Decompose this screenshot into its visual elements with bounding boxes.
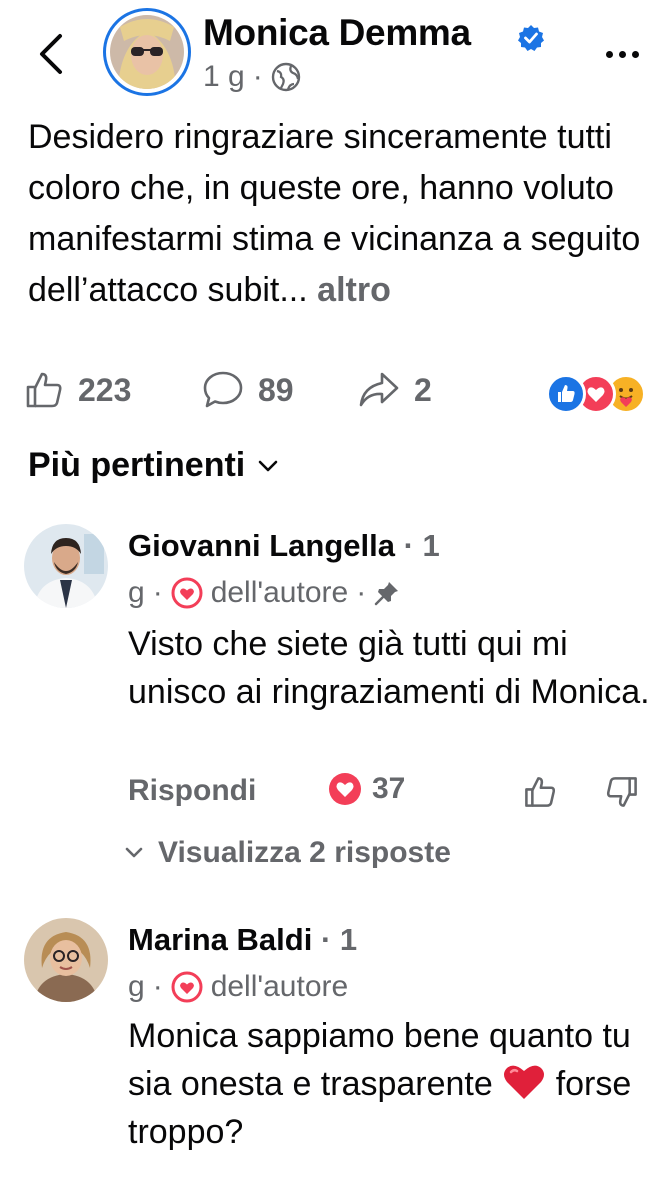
heart-icon	[171, 577, 203, 609]
post-meta: 1 g ·	[203, 60, 301, 94]
comment-time-part: · 1	[403, 528, 440, 563]
meta-separator: ·	[252, 60, 263, 93]
post-header: Monica Demma 1 g ·	[0, 0, 672, 108]
author-avatar[interactable]	[103, 8, 191, 96]
like-count: 223	[78, 371, 132, 408]
share-button[interactable]: 2	[358, 370, 432, 410]
comment-actions: Rispondi 37	[128, 770, 658, 818]
post-time: 1 g	[203, 60, 245, 93]
post-stats: 223 89 2	[24, 366, 652, 422]
upvote-button[interactable]	[518, 770, 562, 814]
comment-time-unit: g	[128, 970, 145, 1003]
comment-time-unit: g	[128, 576, 145, 609]
comment-item: Giovanni Langella · 1 g · dell'autore · …	[0, 520, 672, 880]
comment-meta: g · dell'autore	[128, 970, 348, 1004]
share-icon	[359, 372, 399, 407]
globe-icon	[271, 62, 300, 92]
commenter-avatar[interactable]	[24, 918, 108, 1002]
comment-meta: g · dell'autore ·	[128, 576, 400, 610]
meta-separator: ·	[152, 576, 163, 609]
see-more-link[interactable]: altro	[317, 271, 391, 309]
view-replies-button[interactable]: Visualizza 2 risposte	[124, 836, 451, 870]
commenter-name-text: Giovanni Langella	[128, 528, 395, 563]
like-icon	[26, 372, 62, 408]
share-count: 2	[414, 371, 432, 408]
comment-sort-dropdown[interactable]: Più pertinenti	[28, 446, 279, 485]
downvote-button[interactable]	[600, 770, 644, 814]
commenter-avatar[interactable]	[24, 524, 108, 608]
commenter-name-text: Marina Baldi	[128, 922, 313, 957]
reply-button[interactable]: Rispondi	[128, 774, 256, 808]
comment-time-part: · 1	[320, 922, 358, 957]
view-replies-label: Visualizza 2 risposte	[158, 836, 451, 869]
chevron-down-icon	[258, 460, 278, 471]
meta-separator: ·	[152, 970, 163, 1003]
commenter-name[interactable]: Marina Baldi · 1	[128, 922, 357, 958]
red-heart-emoji	[504, 1065, 545, 1099]
post-body: Desidero ringraziare sinceramente tutti …	[28, 112, 656, 316]
comment-icon	[203, 371, 243, 408]
comment-button[interactable]: 89	[202, 370, 294, 410]
author-badge-label: dell'autore	[210, 576, 349, 609]
author-badge-label: dell'autore	[210, 970, 349, 1003]
thumb-down-icon	[606, 777, 637, 807]
reaction-summary[interactable]	[546, 374, 646, 418]
back-arrow-icon	[40, 34, 62, 74]
comment-item: Marina Baldi · 1 g · dell'autore Monica …	[0, 914, 672, 1200]
like-button[interactable]: 223	[24, 370, 131, 410]
author-name[interactable]: Monica Demma	[203, 12, 471, 54]
love-reaction-icon	[329, 773, 361, 805]
comment-text: Visto che siete già tutti qui mi unisco …	[128, 625, 650, 711]
pin-icon	[374, 582, 399, 606]
more-options-button[interactable]	[600, 36, 644, 72]
more-dots-icon	[605, 50, 613, 58]
chevron-down-icon	[125, 847, 143, 858]
comment-text: Monica sappiamo bene quanto tu sia onest…	[128, 1012, 658, 1156]
verified-badge-icon	[518, 25, 544, 51]
back-button[interactable]	[28, 28, 72, 80]
meta-separator: ·	[356, 576, 367, 609]
sort-label: Più pertinenti	[28, 446, 246, 484]
heart-icon	[171, 971, 203, 1003]
comment-count: 89	[258, 371, 294, 408]
commenter-name[interactable]: Giovanni Langella · 1	[128, 528, 440, 564]
like-reaction-icon	[546, 374, 586, 414]
thumb-up-icon	[525, 777, 556, 807]
comment-reaction-count: 37	[372, 772, 406, 805]
comment-reactions[interactable]: 37	[328, 772, 405, 806]
